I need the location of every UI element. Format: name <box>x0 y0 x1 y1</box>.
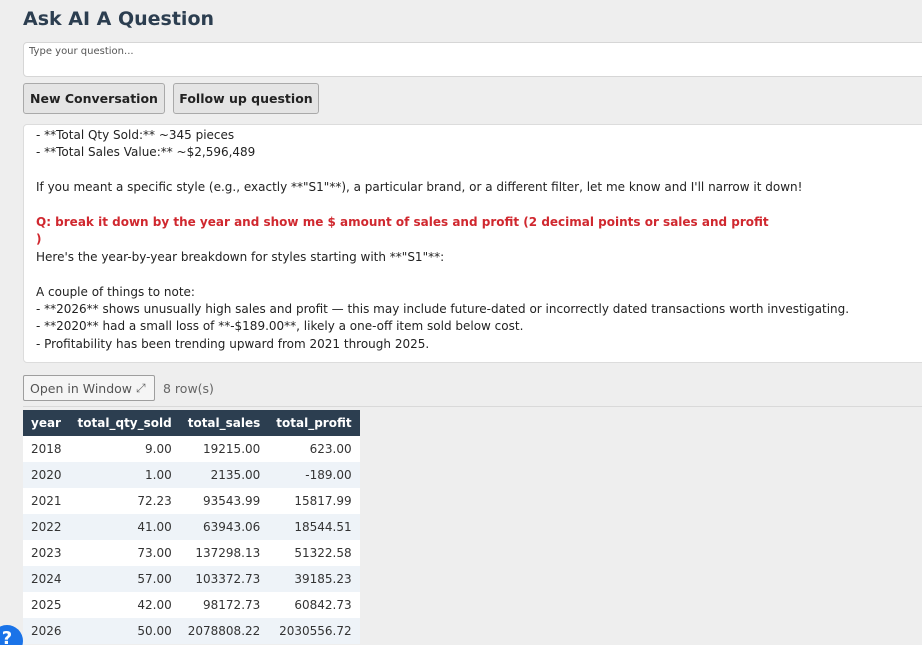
row-count: 8 row(s) <box>163 381 214 396</box>
question-line: Q: break it down by the year and show me… <box>36 215 769 229</box>
table-cell: 9.00 <box>145 442 172 456</box>
table-row: 2018 9.00 19215.00 623.00 <box>23 436 360 462</box>
table-cell: 51322.58 <box>294 546 352 560</box>
table-row: 2020 1.00 2135.00 -189.00 <box>23 462 360 488</box>
table-cell: 15817.99 <box>294 494 352 508</box>
open-in-window-label: Open in Window <box>30 380 133 396</box>
answer-line: If you meant a specific style (e.g., exa… <box>36 180 803 195</box>
answer-line <box>36 162 922 179</box>
answer-line: Here's the year-by-year breakdown for st… <box>36 249 445 264</box>
table-cell: 2030556.72 <box>279 624 352 638</box>
table-cell: 18544.51 <box>294 520 352 534</box>
table-cell: 2025 <box>31 598 62 612</box>
answer-line <box>36 266 922 283</box>
question-line: ) <box>36 232 42 247</box>
table-cell: 137298.13 <box>195 546 261 560</box>
table-cell: 103372.73 <box>195 572 261 586</box>
table-row: 2025 42.00 98172.73 60842.73 <box>23 592 360 618</box>
table-header-row: year total_qty_sold total_sales total_profi… <box>23 410 360 436</box>
table-cell: 63943.06 <box>203 520 261 534</box>
column-header-total-profit[interactable]: total_profit <box>268 410 360 436</box>
answer-line: - **2026** shows unusually high sales an… <box>36 302 850 317</box>
follow-up-question-button[interactable]: Follow up question <box>173 83 319 114</box>
expand-arrows-icon: ⤢ <box>136 380 146 395</box>
question-input[interactable] <box>23 42 922 77</box>
results-table: year total_qty_sold total_sales total_profi… <box>23 410 360 644</box>
column-header-year[interactable]: year <box>23 410 70 436</box>
answer-line: - **Total Sales Value:** ~$2,596,489 <box>36 145 256 160</box>
table-row: 2021 72.23 93543.99 15817.99 <box>23 488 360 514</box>
answer-line: - **2020** had a small loss of **-$189.0… <box>36 319 524 334</box>
table-cell: 2018 <box>31 442 62 456</box>
table-cell: 73.00 <box>137 546 172 560</box>
answer-line <box>36 197 922 214</box>
table-cell: 2078808.22 <box>187 624 261 638</box>
answer-line: - **Total Qty Sold:** ~345 pieces <box>36 128 235 142</box>
table-cell: 41.00 <box>137 520 172 534</box>
table-row: 2024 57.00 103372.73 39185.23 <box>23 566 360 592</box>
table-cell: 50.00 <box>137 624 172 638</box>
table-cell: 72.23 <box>137 494 172 508</box>
new-conversation-button[interactable]: New Conversation <box>23 83 165 114</box>
table-cell: 93543.99 <box>203 494 261 508</box>
table-row: 2023 73.00 137298.13 51322.58 <box>23 540 360 566</box>
table-cell: 2022 <box>31 520 62 534</box>
open-in-window-button[interactable]: Open in Window ⤢ <box>23 375 155 401</box>
table-cell: 2023 <box>31 546 62 560</box>
column-header-total-qty-sold[interactable]: total_qty_sold <box>69 410 180 436</box>
table-cell: 42.00 <box>137 598 172 612</box>
conversation-panel[interactable]: - **Total Qty Sold:** ~345 pieces - **Tot… <box>23 124 922 363</box>
table-cell: 1.00 <box>145 468 172 482</box>
table-cell: 623.00 <box>309 442 352 456</box>
table-cell: 19215.00 <box>203 442 261 456</box>
answer-line: - Profitability has been trending upward… <box>36 336 430 351</box>
divider <box>23 406 922 407</box>
table-cell: 2020 <box>31 468 62 482</box>
page-title: Ask AI A Question <box>23 8 215 30</box>
table-cell: 57.00 <box>137 572 172 586</box>
table-cell: 2135.00 <box>210 468 261 482</box>
table-cell: 2026 <box>31 624 62 638</box>
table-cell: 60842.73 <box>294 598 352 612</box>
table-cell: 39185.23 <box>294 572 352 586</box>
table-row: 2026 50.00 2078808.22 2030556.72 <box>23 618 360 644</box>
table-cell: 2024 <box>31 572 62 586</box>
table-cell: 2021 <box>31 494 62 508</box>
table-cell: -189.00 <box>305 468 352 482</box>
answer-line: A couple of things to note: <box>36 284 195 299</box>
column-header-total-sales[interactable]: total_sales <box>179 410 269 436</box>
table-row: 2022 41.00 63943.06 18544.51 <box>23 514 360 540</box>
table-cell: 98172.73 <box>203 598 261 612</box>
help-button[interactable]: ? <box>0 625 23 645</box>
